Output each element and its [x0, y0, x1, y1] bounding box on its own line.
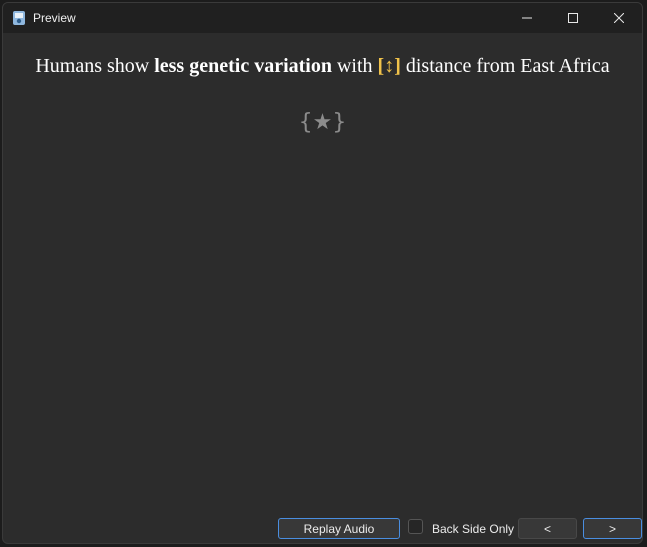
card-preview-area: Humans show less genetic variation with …: [3, 33, 642, 513]
card-text-after: distance from East Africa: [400, 55, 610, 77]
maximize-button[interactable]: [550, 3, 596, 33]
previous-button[interactable]: <: [518, 518, 577, 539]
preview-window: Preview Humans show less genetic variati…: [2, 2, 643, 544]
back-side-only-checkbox[interactable]: [408, 519, 423, 534]
maximize-icon: [568, 13, 578, 23]
anki-icon: [12, 10, 26, 26]
next-button[interactable]: >: [583, 518, 642, 539]
card-front-text: Humans show less genetic variation with …: [3, 54, 642, 78]
card-text-bold: less genetic variation: [154, 55, 332, 77]
minimize-icon: [522, 17, 532, 19]
card-text-before: Humans show: [35, 55, 155, 77]
minimize-button[interactable]: [504, 3, 550, 33]
replay-audio-button[interactable]: Replay Audio: [278, 518, 400, 539]
preview-controls-bar: Replay Audio Back Side Only < >: [3, 513, 642, 543]
star-symbol: {★}: [298, 110, 347, 135]
close-icon: [614, 13, 624, 23]
up-down-arrow-icon: [↕]: [377, 55, 401, 77]
title-bar[interactable]: Preview: [3, 3, 642, 33]
back-side-only-label[interactable]: Back Side Only: [432, 522, 514, 536]
close-button[interactable]: [596, 3, 642, 33]
window-title: Preview: [33, 11, 76, 25]
card-text-middle: with: [331, 55, 378, 77]
